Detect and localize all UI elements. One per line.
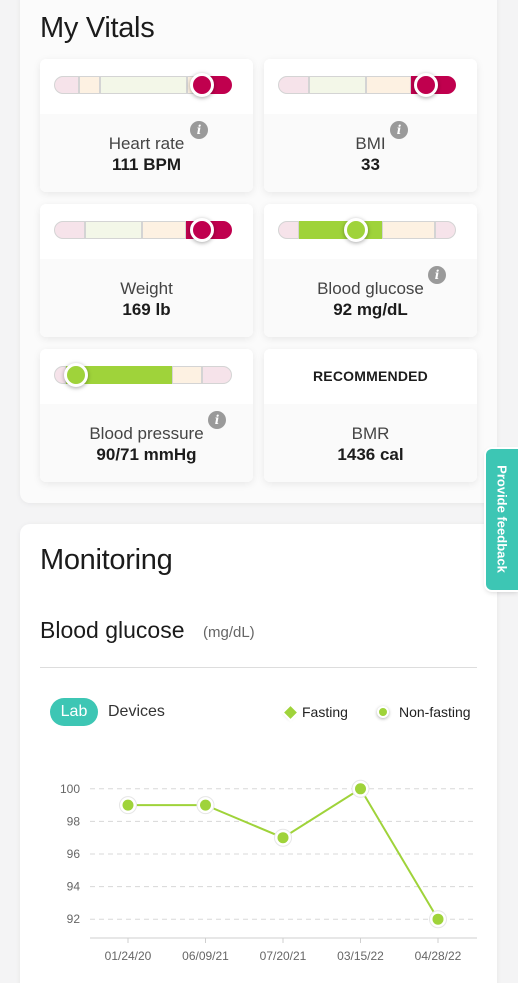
blood-pressure-card[interactable]: Blood pressure 90/71 mmHg i: [40, 349, 253, 482]
y-tick-label: 96: [67, 847, 81, 861]
blood-pressure-knob: [64, 363, 88, 387]
monitoring-panel: Monitoring Blood glucose (mg/dL) Lab Dev…: [20, 524, 497, 983]
blood-glucose-info-icon[interactable]: i: [428, 266, 446, 284]
heart-rate-label: Heart rate: [108, 134, 185, 153]
bmi-gauge: [278, 73, 456, 97]
bmr-badge-area: RECOMMENDED: [264, 349, 477, 404]
heart-rate-gauge: [54, 73, 232, 97]
heart-rate-gauge-area: [40, 59, 253, 114]
monitoring-title: Monitoring: [40, 544, 173, 576]
weight-card[interactable]: Weight 169 lb: [40, 204, 253, 337]
weight-label: Weight: [120, 279, 173, 298]
blood-pressure-info-icon[interactable]: i: [208, 411, 226, 429]
fasting-legend-icon: [284, 706, 297, 719]
bmi-value: 33: [361, 155, 380, 174]
data-point: [200, 799, 211, 811]
blood-pressure-gauge: [54, 363, 232, 387]
heart-rate-knob: [190, 73, 214, 97]
x-tick-label: 06/09/21: [182, 949, 229, 963]
non-fasting-legend-icon: [377, 706, 389, 718]
y-tick-label: 98: [67, 814, 81, 828]
weight-value: 169 lb: [122, 300, 171, 319]
bmr-card[interactable]: RECOMMENDED BMR 1436 cal: [264, 349, 477, 482]
bmi-card[interactable]: BMI 33 i: [264, 59, 477, 192]
metric-unit: (mg/dL): [203, 624, 255, 641]
bmr-value: 1436 cal: [337, 445, 404, 464]
data-point: [355, 783, 366, 795]
heart-rate-card[interactable]: Heart rate 111 BPM i: [40, 59, 253, 192]
weight-knob: [190, 218, 214, 242]
bmi-knob: [414, 73, 438, 97]
blood-glucose-knob: [344, 218, 368, 242]
y-tick-label: 100: [60, 782, 80, 796]
blood-glucose-chart: 92 94 96 98 100 01/24/20 06/09/21 07/20/21 03/15…: [60, 779, 477, 963]
data-point: [277, 832, 289, 844]
tab-lab[interactable]: Lab: [50, 698, 98, 726]
weight-gauge: [54, 218, 232, 242]
x-tick-label: 01/24/20: [105, 949, 152, 963]
divider: [40, 667, 477, 668]
blood-glucose-value: 92 mg/dL: [333, 300, 408, 319]
legend-fasting[interactable]: Fasting: [302, 704, 348, 720]
bmi-gauge-area: [264, 59, 477, 114]
data-point: [432, 913, 444, 925]
legend-non-fasting[interactable]: Non-fasting: [399, 704, 471, 720]
heart-rate-info-icon[interactable]: i: [190, 121, 208, 139]
metric-title: Blood glucose: [40, 617, 185, 643]
blood-glucose-card[interactable]: Blood glucose 92 mg/dL i: [264, 204, 477, 337]
bmr-label: BMR: [351, 424, 390, 443]
tab-devices[interactable]: Devices: [108, 703, 165, 721]
blood-glucose-gauge: [278, 218, 456, 242]
weight-gauge-area: [40, 204, 253, 259]
blood-glucose-label: Blood glucose: [317, 279, 424, 298]
bmi-info-icon[interactable]: i: [390, 121, 408, 139]
vitals-title: My Vitals: [40, 12, 155, 44]
provide-feedback-label: Provide feedback: [494, 465, 510, 573]
x-tick-label: 03/15/22: [337, 949, 384, 963]
bmi-label: BMI: [355, 134, 386, 153]
heart-rate-value: 111 BPM: [112, 155, 181, 174]
y-tick-label: 94: [67, 880, 81, 894]
x-tick-label: 04/28/22: [415, 949, 462, 963]
data-point: [122, 799, 134, 811]
provide-feedback-button[interactable]: Provide feedback: [486, 449, 518, 590]
y-tick-label: 92: [67, 912, 81, 926]
blood-pressure-gauge-area: [40, 349, 253, 404]
x-tick-label: 07/20/21: [260, 949, 307, 963]
blood-pressure-value: 90/71 mmHg: [96, 445, 197, 464]
vitals-panel: My Vitals Heart rate 111 BPM i BMI 33 i …: [20, 0, 497, 503]
recommended-badge: RECOMMENDED: [313, 368, 428, 384]
blood-glucose-gauge-area: [264, 204, 477, 259]
